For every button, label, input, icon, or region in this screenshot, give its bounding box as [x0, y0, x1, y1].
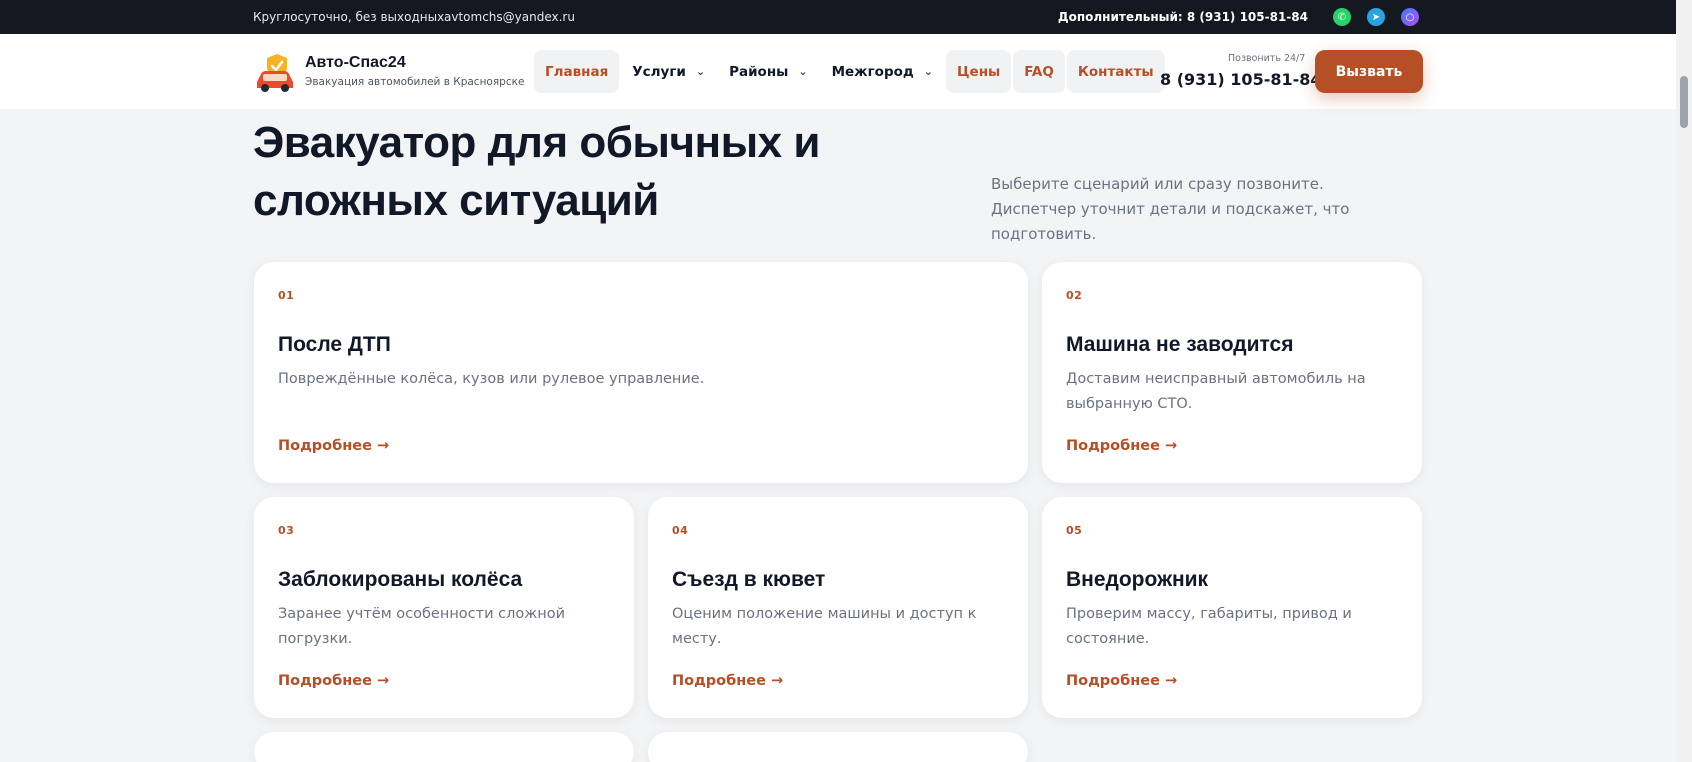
nav-label: Главная: [545, 63, 609, 80]
scrollbar-thumb[interactable]: [1680, 76, 1688, 128]
nav-label: FAQ: [1024, 63, 1054, 80]
card-number: 01: [278, 289, 295, 302]
chevron-down-icon: ⌄: [923, 65, 934, 78]
card-more-link[interactable]: Подробнее →: [1066, 438, 1177, 454]
working-hours: Круглосуточно, без выходных: [253, 10, 445, 24]
card-more-link[interactable]: Подробнее →: [672, 673, 783, 689]
chevron-down-icon: ⌄: [695, 65, 706, 78]
nav-item-contacts[interactable]: Контакты: [1066, 50, 1165, 93]
card-title: Заблокированы колёса: [278, 568, 523, 591]
nav-label: Районы: [729, 63, 789, 80]
call-button[interactable]: Вызвать: [1315, 50, 1423, 93]
top-bar: Круглосуточно, без выходных avtomchs@yan…: [0, 0, 1676, 34]
page-subtitle: Выберите сценарий или сразу позвоните. Д…: [991, 175, 1350, 243]
scenario-card[interactable]: 01 После ДТП Повреждённые колёса, кузов …: [254, 262, 1028, 483]
email-link[interactable]: avtomchs@yandex.ru: [444, 10, 575, 24]
card-description: Проверим массу, габариты, привод и состо…: [1066, 606, 1352, 647]
brand-tagline: Эвакуация автомобилей в Красноярске: [305, 76, 525, 88]
main-nav: Главная Услуги ⌄ Районы ⌄ Межгород ⌄ Цены F…: [534, 50, 1167, 93]
call-hint: Позвонить 24/7: [1228, 53, 1306, 64]
scenario-card[interactable]: 02 Машина не заводится Доставим неисправ…: [1042, 262, 1422, 483]
card-title: Внедорожник: [1066, 568, 1209, 591]
card-number: 04: [672, 524, 689, 537]
extra-phone-link[interactable]: Дополнительный: 8 (931) 105-81-84: [1058, 10, 1308, 24]
card-title: После ДТП: [278, 333, 391, 356]
scenario-card[interactable]: 05 Внедорожник Проверим массу, габариты,…: [1042, 497, 1422, 718]
card-more-link[interactable]: Подробнее →: [278, 673, 389, 689]
nav-item-services[interactable]: Услуги ⌄: [621, 50, 716, 93]
car-shield-logo-icon[interactable]: [253, 52, 297, 94]
site-header: Авто-Спас24 Эвакуация автомобилей в Крас…: [0, 34, 1676, 109]
card-number: 05: [1066, 524, 1083, 537]
card-description: Оценим положение машины и доступ к месту…: [672, 606, 977, 647]
nav-item-faq[interactable]: FAQ: [1013, 50, 1065, 93]
brand-name[interactable]: Авто-Спас24: [305, 54, 406, 72]
nav-item-districts[interactable]: Районы ⌄: [718, 50, 819, 93]
card-number: 03: [278, 524, 295, 537]
scenario-card-partial[interactable]: [254, 732, 634, 762]
telegram-icon[interactable]: ➤: [1367, 8, 1385, 26]
whatsapp-icon[interactable]: ✆: [1333, 8, 1351, 26]
nav-label: Цены: [957, 63, 1001, 80]
nav-label: Межгород: [831, 63, 914, 80]
page-scrollbar[interactable]: [1676, 0, 1692, 762]
nav-item-prices[interactable]: Цены: [946, 50, 1012, 93]
card-description: Повреждённые колёса, кузов или рулевое у…: [278, 371, 705, 387]
nav-label: Услуги: [632, 63, 686, 80]
scenario-card-partial[interactable]: [648, 732, 1028, 762]
nav-item-home[interactable]: Главная: [534, 50, 620, 93]
header-phone-link[interactable]: 8 (931) 105-81-84: [1160, 70, 1322, 89]
nav-label: Контакты: [1077, 63, 1154, 80]
page-title: Эвакуатор для обычных и сложных ситуаций: [253, 118, 820, 225]
card-description: Доставим неисправный автомобиль на выбра…: [1066, 371, 1366, 412]
card-title: Машина не заводится: [1066, 333, 1294, 356]
chevron-down-icon: ⌄: [798, 65, 808, 78]
card-more-link[interactable]: Подробнее →: [1066, 673, 1177, 689]
card-number: 02: [1066, 289, 1083, 302]
max-icon[interactable]: ○: [1401, 8, 1419, 26]
nav-item-intercity[interactable]: Межгород ⌄: [821, 50, 944, 93]
scenario-card[interactable]: 04 Съезд в кювет Оценим положение машины…: [648, 497, 1028, 718]
card-more-link[interactable]: Подробнее →: [278, 438, 389, 454]
card-title: Съезд в кювет: [672, 568, 826, 591]
card-description: Заранее учтём особенности сложной погруз…: [278, 606, 566, 647]
scenario-card[interactable]: 03 Заблокированы колёса Заранее учтём ос…: [254, 497, 634, 718]
